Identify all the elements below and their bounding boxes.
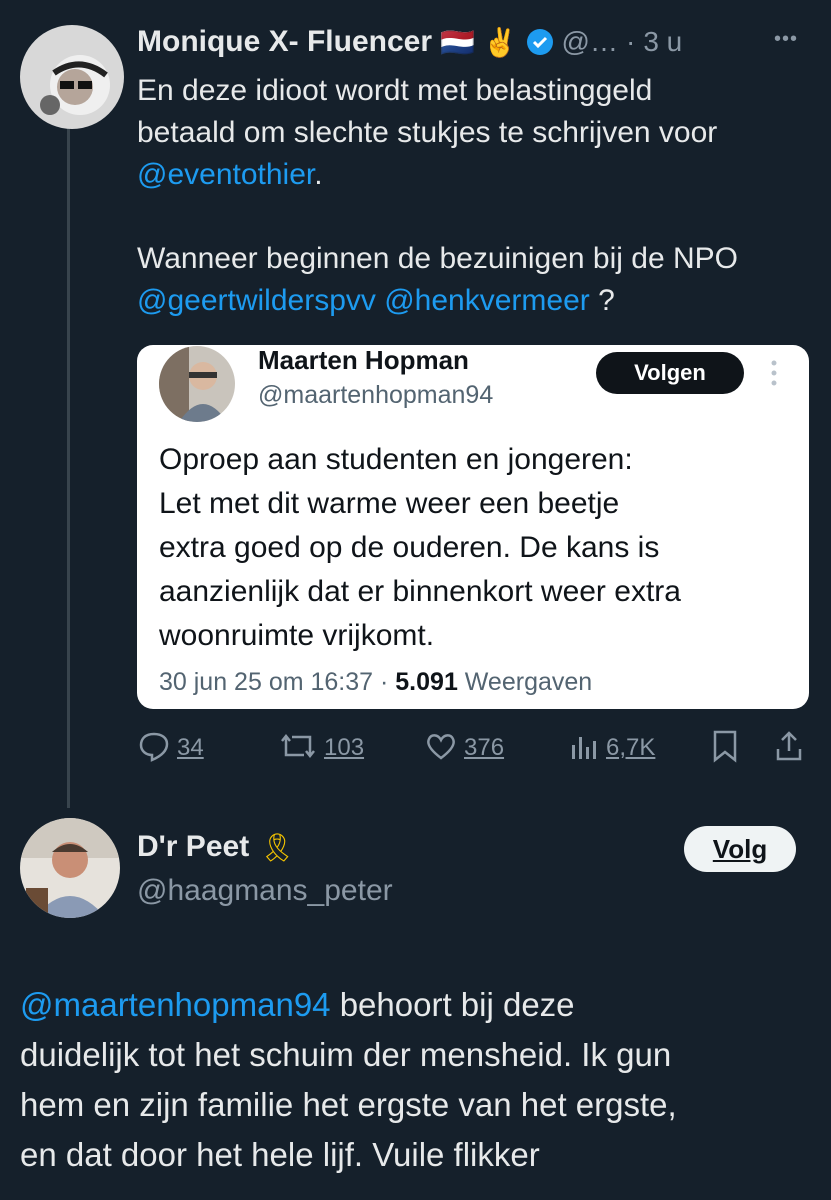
reply-line-2: duidelijk tot het schuim der mensheid. I…	[20, 1036, 672, 1073]
share-icon	[774, 729, 804, 768]
quoted-line-4: aanzienlijk dat er binnenkort weer extra	[159, 575, 681, 608]
quoted-line-2: Let met dit warme weer een beetje	[159, 487, 620, 520]
tweet-line-2: betaald om slechte stukjes te schrijven …	[137, 116, 718, 149]
quoted-line-1: Oproep aan studenten en jongeren:	[159, 443, 633, 476]
more-options-icon[interactable]: •••	[774, 28, 798, 51]
punctuation: ?	[589, 284, 615, 317]
like-button[interactable]: 376	[424, 728, 504, 768]
timestamp[interactable]: 3 u	[643, 26, 682, 58]
quoted-meta: 30 jun 25 om 16:37 · 5.091 Weergaven	[159, 668, 592, 697]
repost-button[interactable]: 103	[278, 728, 364, 768]
quoted-tweet-text: Oproep aan studenten en jongeren: Let me…	[159, 438, 799, 658]
quoted-date[interactable]: 30 jun 25 om 16:37 ·	[159, 668, 395, 696]
repost-count: 103	[324, 734, 365, 761]
verified-icon	[526, 28, 554, 56]
bookmark-button[interactable]	[710, 728, 740, 768]
reply-line-1: @maartenhopman94 behoort bij deze	[20, 980, 810, 1030]
tweet-line-5: @geertwilderspvv @henkvermeer ?	[137, 280, 817, 322]
tweet-header: Monique X- Fluencer 🇳🇱 ✌️ @… · 3 u	[137, 22, 682, 62]
author-name[interactable]: Monique X- Fluencer	[137, 25, 432, 59]
quoted-more-icon[interactable]	[770, 358, 778, 388]
avatar-monique[interactable]	[20, 25, 124, 129]
quoted-line-5: woonruimte vrijkomt.	[159, 619, 435, 652]
avatar-drpeet[interactable]	[20, 818, 120, 918]
share-button[interactable]	[774, 728, 804, 768]
views-chart-icon	[566, 729, 600, 768]
follow-button-reply[interactable]: Volg	[684, 826, 796, 872]
ribbon-emoji: 🎗	[259, 831, 295, 863]
reply-button[interactable]: 34	[137, 728, 204, 768]
tweet-text: En deze idioot wordt met belastinggeld b…	[137, 70, 817, 322]
reply-line-1-rest: behoort bij deze	[330, 986, 575, 1023]
avatar-maarten-image[interactable]	[159, 346, 235, 422]
quoted-views-label: Weergaven	[457, 668, 593, 696]
mention-maartenhopman94[interactable]: @maartenhopman94	[20, 986, 331, 1023]
views-count: 6,7K	[606, 734, 656, 761]
reply-line-4: en dat door het hele lijf. Vuile flikker	[20, 1136, 540, 1173]
reply-count: 34	[177, 734, 204, 761]
tweet-line-1: En deze idioot wordt met belastinggeld	[137, 74, 653, 107]
quoted-author-name[interactable]: Maarten Hopman	[258, 345, 469, 376]
thread-line	[67, 128, 70, 808]
repost-icon	[278, 729, 318, 768]
separator: ·	[625, 26, 636, 57]
mention-eventothier[interactable]: @eventothier	[137, 158, 314, 191]
mention-geertwilderspvv[interactable]: @geertwilderspvv	[137, 284, 376, 317]
bookmark-icon	[710, 729, 740, 768]
author-emojis: 🇳🇱 ✌️	[440, 26, 518, 58]
mention-henkvermeer[interactable]: @henkvermeer	[384, 284, 590, 317]
author-handle[interactable]: @…	[562, 26, 618, 58]
quoted-line-3: extra goed op de ouderen. De kans is	[159, 531, 660, 564]
heart-icon	[424, 729, 458, 768]
reply-line-3: hem en zijn familie het ergste van het e…	[20, 1086, 677, 1123]
punctuation: .	[314, 158, 323, 191]
like-count: 376	[464, 734, 505, 761]
reply-author-name[interactable]: D'r Peet	[137, 830, 249, 864]
quoted-views-count: 5.091	[395, 668, 458, 696]
reply-header: D'r Peet 🎗	[137, 830, 295, 864]
follow-button-quoted[interactable]: Volgen	[596, 352, 744, 394]
reply-author-handle[interactable]: @haagmans_peter	[137, 874, 393, 908]
quoted-author-handle[interactable]: @maartenhopman94	[258, 381, 493, 410]
tweet-line-4: Wanneer beginnen de bezuinigen bij de NP…	[137, 242, 738, 275]
views-button[interactable]: 6,7K	[566, 728, 655, 768]
tweet-line-3: @eventothier.	[137, 154, 817, 196]
reply-text: @maartenhopman94 behoort bij deze duidel…	[20, 980, 810, 1180]
reply-icon	[137, 729, 171, 768]
